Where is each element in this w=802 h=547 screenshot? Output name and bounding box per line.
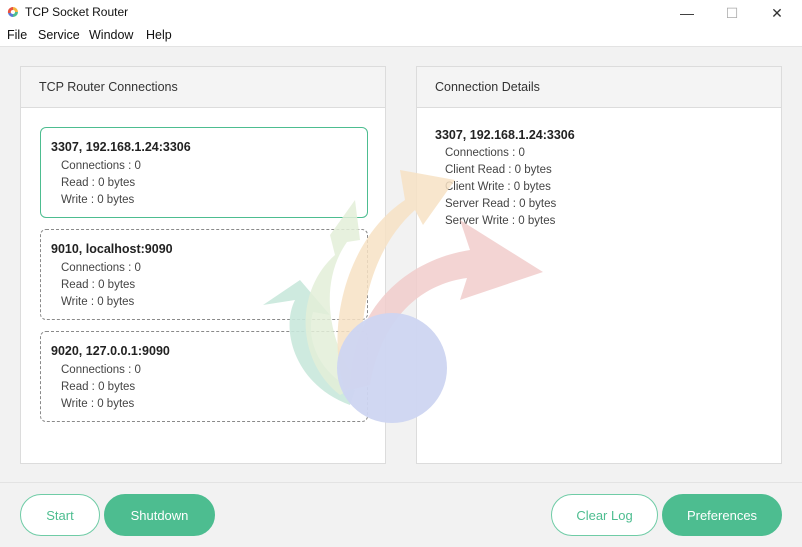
menu-help[interactable]: Help [146, 28, 172, 42]
connection-card[interactable]: 9010, localhost:9090 Connections : 0 Rea… [40, 229, 368, 320]
maximize-button[interactable]: ☐ [709, 0, 755, 26]
menu-window[interactable]: Window [89, 28, 133, 42]
detail-client-read: Client Read : 0 bytes [445, 164, 552, 176]
shutdown-button[interactable]: Shutdown [104, 494, 215, 536]
clear-log-button[interactable]: Clear Log [551, 494, 658, 536]
connection-write: Write : 0 bytes [61, 296, 135, 308]
connection-read: Read : 0 bytes [61, 279, 136, 291]
connection-card[interactable]: 3307, 192.168.1.24:3306 Connections : 0 … [40, 127, 368, 218]
connection-details-body: 3307, 192.168.1.24:3306 Connections : 0 … [435, 128, 575, 230]
preferences-button[interactable]: Preferences [662, 494, 782, 536]
connection-count: Connections : 0 [61, 364, 141, 376]
detail-title: 3307, 192.168.1.24:3306 [435, 128, 575, 142]
connection-title: 9010, localhost:9090 [51, 242, 173, 256]
minimize-button[interactable]: — [664, 0, 710, 26]
connection-title: 9020, 127.0.0.1:9090 [51, 344, 170, 358]
connection-read: Read : 0 bytes [61, 381, 136, 393]
connection-count: Connections : 0 [61, 160, 141, 172]
connection-details-header: Connection Details [417, 67, 781, 108]
connection-read: Read : 0 bytes [61, 177, 136, 189]
title-bar: TCP Socket Router — ☐ ✕ [0, 0, 802, 26]
close-button[interactable]: ✕ [754, 0, 800, 26]
detail-connections: Connections : 0 [445, 147, 525, 159]
start-button[interactable]: Start [20, 494, 100, 536]
connection-title: 3307, 192.168.1.24:3306 [51, 140, 191, 154]
router-connections-panel: TCP Router Connections 3307, 192.168.1.2… [20, 66, 386, 464]
detail-server-write: Server Write : 0 bytes [445, 215, 556, 227]
detail-server-read: Server Read : 0 bytes [445, 198, 557, 210]
menu-service[interactable]: Service [38, 28, 80, 42]
detail-client-write: Client Write : 0 bytes [445, 181, 551, 193]
menu-bar: File Service Window Help [0, 26, 802, 46]
connection-card[interactable]: 9020, 127.0.0.1:9090 Connections : 0 Rea… [40, 331, 368, 422]
connection-count: Connections : 0 [61, 262, 141, 274]
connection-details-panel: Connection Details 3307, 192.168.1.24:33… [416, 66, 782, 464]
window-title: TCP Socket Router [25, 5, 129, 19]
connection-write: Write : 0 bytes [61, 194, 135, 206]
menu-file[interactable]: File [7, 28, 27, 42]
app-logo-icon [7, 6, 18, 18]
connection-write: Write : 0 bytes [61, 398, 135, 410]
router-connections-header: TCP Router Connections [21, 67, 385, 108]
